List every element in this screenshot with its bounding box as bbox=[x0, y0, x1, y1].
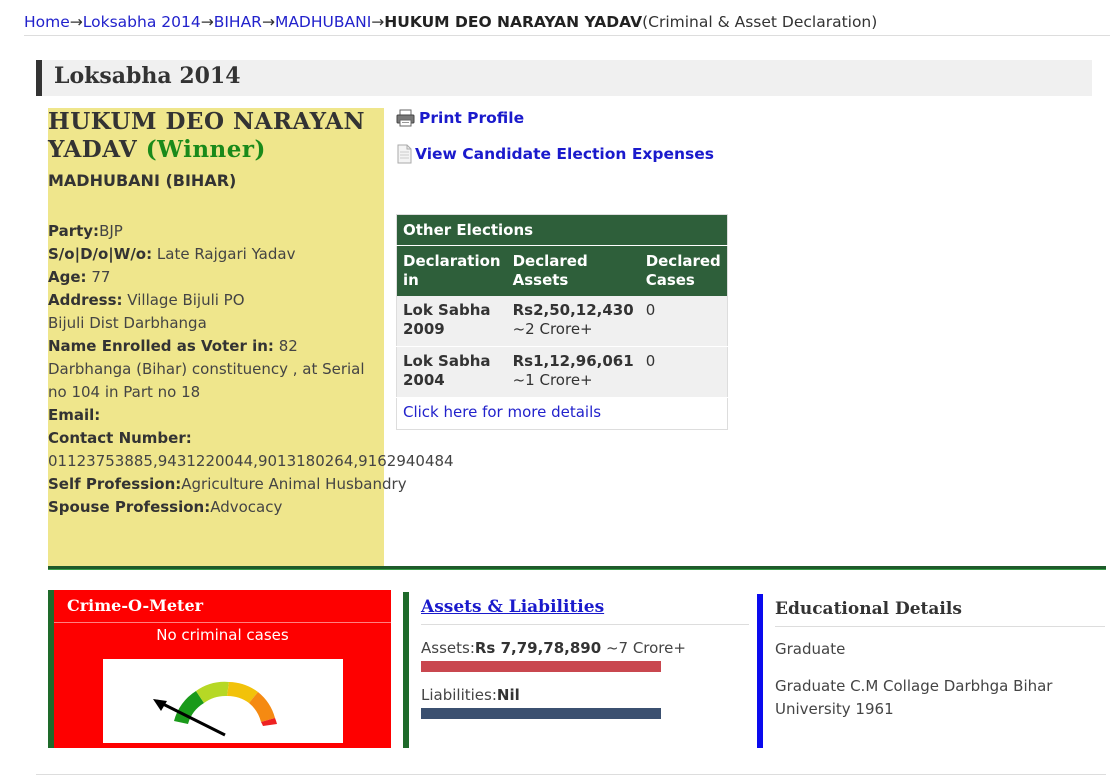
contact-row: Contact Number: 01123753885,9431220044,90… bbox=[48, 427, 454, 473]
assets-row: Assets:Rs 7,79,78,890 ~7 Crore+ bbox=[421, 639, 686, 657]
party-value: BJP bbox=[99, 222, 123, 240]
candidate-name-heading: HUKUM DEO NARAYAN YADAV (Winner) bbox=[48, 108, 384, 164]
breadcrumb-divider bbox=[24, 35, 1110, 36]
breadcrumb-home-link[interactable]: Home bbox=[24, 13, 70, 31]
assets-liabilities-link[interactable]: Assets & Liabilities bbox=[421, 597, 604, 617]
print-profile-link[interactable]: Print Profile bbox=[396, 109, 524, 127]
view-expenses-label: View Candidate Election Expenses bbox=[415, 145, 715, 163]
age-row: Age: 77 bbox=[48, 266, 418, 289]
liabilities-value: Nil bbox=[496, 686, 520, 704]
voter-row: Name Enrolled as Voter in: 82 Darbhanga … bbox=[48, 335, 384, 404]
assets-bar bbox=[421, 661, 661, 672]
party-label: Party: bbox=[48, 222, 100, 240]
breadcrumb-separator: → bbox=[371, 13, 385, 31]
criminal-cases-status: No criminal cases bbox=[156, 626, 289, 644]
assets-value: Rs 7,79,78,890 bbox=[474, 639, 602, 657]
assets-approx-cell: ~1 Crore+ bbox=[512, 371, 593, 389]
winner-badge: (Winner) bbox=[145, 136, 266, 163]
cases-cell: 0 bbox=[639, 295, 728, 347]
self-profession-row: Self Profession:Agriculture Animal Husba… bbox=[48, 473, 418, 496]
more-details-link[interactable]: Click here for more details bbox=[403, 403, 601, 421]
liabilities-bar bbox=[421, 708, 661, 719]
breadcrumb-constituency-link[interactable]: MADHUBANI bbox=[275, 13, 371, 31]
party-row: Party:BJP bbox=[48, 220, 418, 243]
education-title: Educational Details bbox=[775, 599, 962, 619]
gauge-meter-icon bbox=[153, 681, 277, 737]
contact-label: Contact Number: bbox=[48, 429, 192, 447]
column-header-declaration: Declaration in bbox=[396, 245, 507, 296]
age-value: 77 bbox=[91, 268, 111, 286]
candidate-constituency: MADHUBANI (BIHAR) bbox=[48, 171, 237, 190]
self-profession-value: Agriculture Animal Husbandry bbox=[181, 475, 407, 493]
assets-approx: ~7 Crore+ bbox=[601, 639, 686, 657]
assets-label: Assets: bbox=[421, 639, 475, 657]
crime-o-meter-title: Crime-O-Meter bbox=[67, 596, 204, 615]
other-elections-caption: Other Elections bbox=[396, 214, 728, 246]
email-label: Email: bbox=[48, 406, 101, 424]
print-profile-label: Print Profile bbox=[419, 109, 525, 127]
assets-divider bbox=[421, 624, 749, 625]
section-divider bbox=[48, 566, 1106, 570]
email-row: Email: bbox=[48, 404, 418, 427]
breadcrumb-separator: → bbox=[261, 13, 275, 31]
candidate-details: Party:BJP S/o|D/o|W/o: Late Rajgari Yada… bbox=[48, 220, 454, 519]
voter-label: Name Enrolled as Voter in: bbox=[48, 337, 274, 355]
other-elections-table: Other Elections Declaration in Declared … bbox=[396, 214, 728, 430]
relation-row: S/o|D/o|W/o: Late Rajgari Yadav bbox=[48, 243, 384, 266]
relation-value: Late Rajgari Yadav bbox=[156, 245, 296, 263]
self-profession-label: Self Profession: bbox=[48, 475, 182, 493]
assets-cell: Rs1,12,96,061 bbox=[512, 352, 634, 370]
document-icon bbox=[397, 144, 412, 164]
section-heading: Loksabha 2014 bbox=[36, 60, 1092, 96]
crime-divider bbox=[54, 622, 391, 623]
cases-cell: 0 bbox=[639, 346, 728, 398]
assets-liabilities-box: Assets & Liabilities Assets:Rs 7,79,78,8… bbox=[403, 592, 749, 748]
breadcrumb-separator: → bbox=[200, 13, 214, 31]
assets-cell: Rs2,50,12,430 bbox=[512, 300, 634, 319]
assets-approx-cell: ~2 Crore+ bbox=[512, 319, 593, 338]
table-row: Lok Sabha 2009 Rs2,50,12,430 ~2 Crore+ 0 bbox=[396, 295, 728, 347]
table-row: Lok Sabha 2004 Rs1,12,96,061 ~1 Crore+ 0 bbox=[396, 346, 728, 398]
breadcrumb-election-link[interactable]: Loksabha 2014 bbox=[83, 13, 201, 31]
election-cell: Lok Sabha 2009 bbox=[403, 300, 491, 338]
address-label: Address: bbox=[48, 291, 123, 309]
section-title: Loksabha 2014 bbox=[54, 63, 241, 89]
age-label: Age: bbox=[48, 268, 87, 286]
contact-value: 01123753885,9431220044,9013180264,916294… bbox=[48, 452, 454, 470]
address-row: Address: Village Bijuli PO Bijuli Dist D… bbox=[48, 289, 258, 335]
view-expenses-link[interactable]: View Candidate Election Expenses bbox=[396, 144, 714, 164]
breadcrumb: Home→Loksabha 2014→BIHAR→MADHUBANI→HUKUM… bbox=[24, 13, 877, 31]
liabilities-label: Liabilities: bbox=[421, 686, 497, 704]
spouse-profession-row: Spouse Profession:Advocacy bbox=[48, 496, 418, 519]
spouse-profession-value: Advocacy bbox=[210, 498, 283, 516]
breadcrumb-candidate: HUKUM DEO NARAYAN YADAV bbox=[384, 13, 643, 31]
education-level: Graduate bbox=[775, 640, 846, 658]
breadcrumb-state-link[interactable]: BIHAR bbox=[214, 13, 262, 31]
printer-icon bbox=[396, 109, 415, 127]
education-box: Educational Details Graduate Graduate C.… bbox=[757, 594, 1105, 748]
footer-divider bbox=[36, 774, 1106, 775]
relation-label: S/o|D/o|W/o: bbox=[48, 245, 153, 263]
election-cell: Lok Sabha 2004 bbox=[403, 352, 491, 389]
breadcrumb-separator: → bbox=[69, 13, 83, 31]
education-divider bbox=[775, 626, 1105, 627]
liabilities-row: Liabilities:Nil bbox=[421, 686, 520, 704]
crime-o-meter-box: Crime-O-Meter No criminal cases bbox=[48, 590, 391, 748]
column-header-assets: Declared Assets bbox=[506, 245, 640, 296]
crime-gauge bbox=[103, 659, 343, 743]
column-header-cases: Declared Cases bbox=[639, 245, 728, 296]
education-detail: Graduate C.M Collage Darbhga Bihar Unive… bbox=[775, 677, 1053, 718]
spouse-profession-label: Spouse Profession: bbox=[48, 498, 211, 516]
breadcrumb-suffix: (Criminal & Asset Declaration) bbox=[642, 13, 878, 31]
